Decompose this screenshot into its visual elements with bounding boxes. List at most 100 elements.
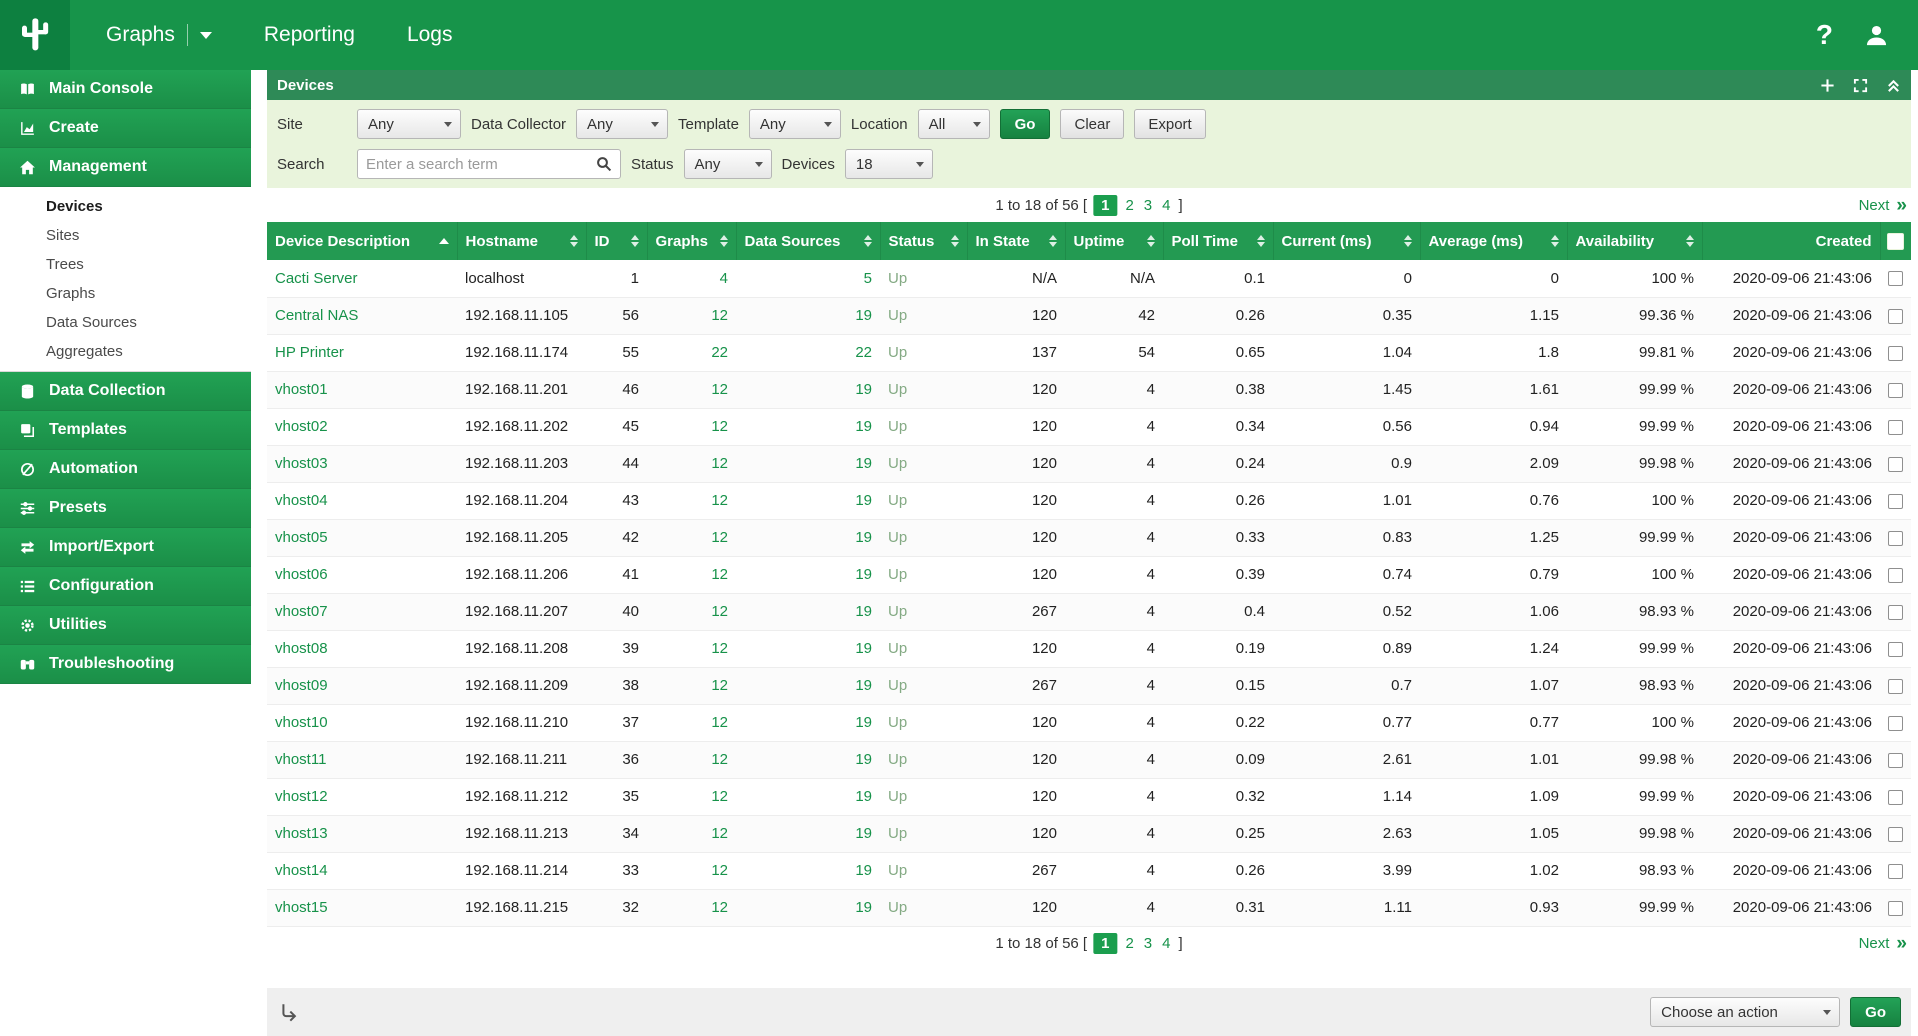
sidebar-subitem-trees[interactable]: Trees xyxy=(0,250,251,279)
template-select[interactable]: Any xyxy=(749,109,841,139)
col-graphs[interactable]: Graphs xyxy=(647,222,736,260)
search-input[interactable] xyxy=(366,156,590,173)
col-status[interactable]: Status xyxy=(880,222,967,260)
sidebar-subitem-devices[interactable]: Devices xyxy=(0,192,251,221)
page-button-3[interactable]: 3 xyxy=(1142,933,1154,954)
device-link[interactable]: vhost01 xyxy=(275,381,328,398)
sidebar-item-automation[interactable]: Automation xyxy=(0,450,251,489)
col-id[interactable]: ID xyxy=(586,222,647,260)
row-checkbox[interactable] xyxy=(1888,309,1903,324)
sidebar-item-utilities[interactable]: Utilities xyxy=(0,606,251,645)
col-average-ms[interactable]: Average (ms) xyxy=(1420,222,1567,260)
row-checkbox[interactable] xyxy=(1888,383,1903,398)
sidebar-item-data-collection[interactable]: Data Collection xyxy=(0,372,251,411)
page-button-3[interactable]: 3 xyxy=(1142,195,1154,216)
device-link[interactable]: vhost03 xyxy=(275,455,328,472)
row-checkbox[interactable] xyxy=(1888,642,1903,657)
device-link[interactable]: vhost05 xyxy=(275,529,328,546)
row-checkbox[interactable] xyxy=(1888,827,1903,842)
device-link[interactable]: vhost15 xyxy=(275,899,328,916)
fullscreen-icon[interactable] xyxy=(1853,78,1868,93)
search-icon[interactable] xyxy=(596,156,612,172)
next-page-button[interactable]: Next » xyxy=(1859,934,1905,953)
sidebar-subitem-data-sources[interactable]: Data Sources xyxy=(0,308,251,337)
select-all-checkbox[interactable] xyxy=(1887,233,1904,250)
device-link[interactable]: vhost13 xyxy=(275,825,328,842)
location-select[interactable]: All xyxy=(918,109,990,139)
device-link[interactable]: vhost07 xyxy=(275,603,328,620)
chevron-down-icon[interactable] xyxy=(200,32,212,39)
col-select-all[interactable] xyxy=(1880,222,1911,260)
row-checkbox[interactable] xyxy=(1888,494,1903,509)
col-poll-time[interactable]: Poll Time xyxy=(1163,222,1273,260)
sidebar-item-management[interactable]: Management xyxy=(0,148,251,187)
row-checkbox[interactable] xyxy=(1888,531,1903,546)
device-link[interactable]: vhost02 xyxy=(275,418,328,435)
filter-clear-button[interactable]: Clear xyxy=(1060,109,1124,139)
sidebar-item-templates[interactable]: Templates xyxy=(0,411,251,450)
data-collector-select[interactable]: Any xyxy=(576,109,668,139)
row-checkbox[interactable] xyxy=(1888,605,1903,620)
device-link[interactable]: vhost06 xyxy=(275,566,328,583)
help-icon[interactable]: ? xyxy=(1816,21,1833,49)
cacti-logo[interactable] xyxy=(0,0,70,70)
site-select[interactable]: Any xyxy=(357,109,461,139)
sidebar-item-configuration[interactable]: Configuration xyxy=(0,567,251,606)
collapse-panel-icon[interactable] xyxy=(1886,78,1901,93)
sidebar-item-presets[interactable]: Presets xyxy=(0,489,251,528)
row-checkbox[interactable] xyxy=(1888,790,1903,805)
col-in-state[interactable]: In State xyxy=(967,222,1065,260)
sidebar-item-import-export[interactable]: Import/Export xyxy=(0,528,251,567)
tab-graphs[interactable]: Graphs xyxy=(80,0,238,70)
device-link[interactable]: Cacti Server xyxy=(275,270,358,287)
tab-logs[interactable]: Logs xyxy=(381,0,479,70)
row-checkbox[interactable] xyxy=(1888,420,1903,435)
add-device-icon[interactable] xyxy=(1820,78,1835,93)
col-device-description[interactable]: Device Description xyxy=(267,222,457,260)
col-uptime[interactable]: Uptime xyxy=(1065,222,1163,260)
row-checkbox[interactable] xyxy=(1888,716,1903,731)
choose-action-select[interactable]: Choose an action xyxy=(1650,997,1840,1027)
row-checkbox[interactable] xyxy=(1888,271,1903,286)
filter-export-button[interactable]: Export xyxy=(1134,109,1205,139)
col-hostname[interactable]: Hostname xyxy=(457,222,586,260)
page-button-4[interactable]: 4 xyxy=(1160,195,1172,216)
row-checkbox[interactable] xyxy=(1888,679,1903,694)
page-button-4[interactable]: 4 xyxy=(1160,933,1172,954)
next-page-button[interactable]: Next » xyxy=(1859,196,1905,215)
col-data-sources[interactable]: Data Sources xyxy=(736,222,880,260)
page-button-2[interactable]: 2 xyxy=(1123,933,1135,954)
col-current-ms[interactable]: Current (ms) xyxy=(1273,222,1420,260)
page-button-2[interactable]: 2 xyxy=(1123,195,1135,216)
action-go-button[interactable]: Go xyxy=(1850,997,1901,1027)
device-link[interactable]: Central NAS xyxy=(275,307,358,324)
device-link[interactable]: vhost12 xyxy=(275,788,328,805)
sidebar-subitem-graphs[interactable]: Graphs xyxy=(0,279,251,308)
row-checkbox[interactable] xyxy=(1888,864,1903,879)
col-created[interactable]: Created xyxy=(1702,222,1880,260)
device-link[interactable]: vhost11 xyxy=(275,751,326,768)
filter-go-button[interactable]: Go xyxy=(1000,109,1051,139)
sidebar-item-main-console[interactable]: Main Console xyxy=(0,70,251,109)
device-link[interactable]: vhost14 xyxy=(275,862,328,879)
device-link[interactable]: vhost09 xyxy=(275,677,328,694)
sidebar-item-troubleshooting[interactable]: Troubleshooting xyxy=(0,645,251,684)
page-button-1[interactable]: 1 xyxy=(1093,195,1117,216)
tab-reporting[interactable]: Reporting xyxy=(238,0,381,70)
row-checkbox[interactable] xyxy=(1888,568,1903,583)
devices-count-select[interactable]: 18 xyxy=(845,149,933,179)
row-checkbox[interactable] xyxy=(1888,457,1903,472)
device-link[interactable]: vhost08 xyxy=(275,640,328,657)
row-checkbox[interactable] xyxy=(1888,753,1903,768)
device-link[interactable]: HP Printer xyxy=(275,344,344,361)
page-button-1[interactable]: 1 xyxy=(1093,933,1117,954)
sidebar-subitem-sites[interactable]: Sites xyxy=(0,221,251,250)
row-checkbox[interactable] xyxy=(1888,901,1903,916)
sidebar-subitem-aggregates[interactable]: Aggregates xyxy=(0,337,251,366)
sidebar-item-create[interactable]: Create xyxy=(0,109,251,148)
user-icon[interactable] xyxy=(1863,22,1890,49)
device-link[interactable]: vhost10 xyxy=(275,714,328,731)
col-availability[interactable]: Availability xyxy=(1567,222,1702,260)
status-select[interactable]: Any xyxy=(684,149,772,179)
row-checkbox[interactable] xyxy=(1888,346,1903,361)
